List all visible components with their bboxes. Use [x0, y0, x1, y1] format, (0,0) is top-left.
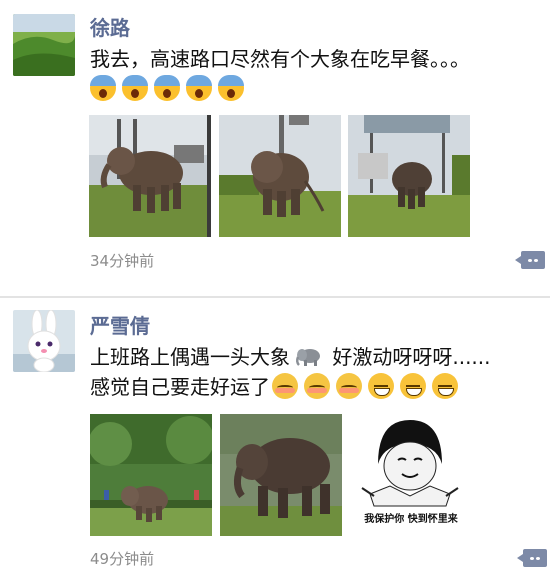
- emoji-row: [90, 74, 250, 104]
- author-name[interactable]: 严雪倩: [90, 310, 150, 339]
- elephant-photo: [348, 115, 470, 237]
- post-divider: [0, 296, 550, 298]
- elephant-icon: [295, 349, 320, 366]
- meme-caption: 我保护你 快到怀里来: [364, 514, 458, 525]
- elephant-photo: [219, 115, 341, 237]
- avatar-image: [13, 14, 75, 76]
- post-text: 上班路上偶遇一头大象 好激动呀呀呀......: [90, 342, 491, 372]
- face-screaming-in-fear-icon: [90, 75, 116, 101]
- comment-icon[interactable]: [515, 251, 545, 269]
- face-screaming-in-fear-icon: [186, 75, 212, 101]
- post-text: 我去，高速路口尽然有个大象在吃早餐。。。: [90, 47, 470, 71]
- post-timestamp: 34分钟前: [90, 252, 155, 270]
- flushed-face-icon: [304, 373, 330, 399]
- photo-5[interactable]: [220, 414, 342, 536]
- post-text-part: 上班路上偶遇一头大象: [90, 345, 290, 369]
- face-screaming-in-fear-icon: [122, 75, 148, 101]
- avatar[interactable]: [13, 14, 75, 76]
- elephant-photo: [89, 115, 211, 237]
- photo-2[interactable]: [219, 115, 341, 237]
- face-screaming-in-fear-icon: [154, 75, 180, 101]
- flushed-face-icon: [336, 373, 362, 399]
- flushed-face-icon: [272, 373, 298, 399]
- rabbit-avatar-image: [13, 310, 75, 372]
- meme-image[interactable]: 我保护你 快到怀里来: [350, 414, 472, 536]
- grinning-face-icon: [368, 373, 394, 399]
- photo-3[interactable]: [348, 115, 470, 237]
- face-screaming-in-fear-icon: [218, 75, 244, 101]
- author-name[interactable]: 徐路: [90, 12, 130, 41]
- elephant-photo: [220, 414, 342, 536]
- post-text-part: 感觉自己要走好运了: [90, 375, 270, 399]
- avatar[interactable]: [13, 310, 75, 372]
- grinning-face-icon: [400, 373, 426, 399]
- photo-1[interactable]: [89, 115, 211, 237]
- post-text-part: 好激动呀呀呀......: [326, 345, 491, 369]
- comment-icon[interactable]: [517, 549, 547, 567]
- photo-4[interactable]: [90, 414, 212, 536]
- post-timestamp: 49分钟前: [90, 550, 155, 568]
- elephant-photo: [90, 414, 212, 536]
- grinning-face-icon: [432, 373, 458, 399]
- post-text-line2: 感觉自己要走好运了: [90, 372, 464, 402]
